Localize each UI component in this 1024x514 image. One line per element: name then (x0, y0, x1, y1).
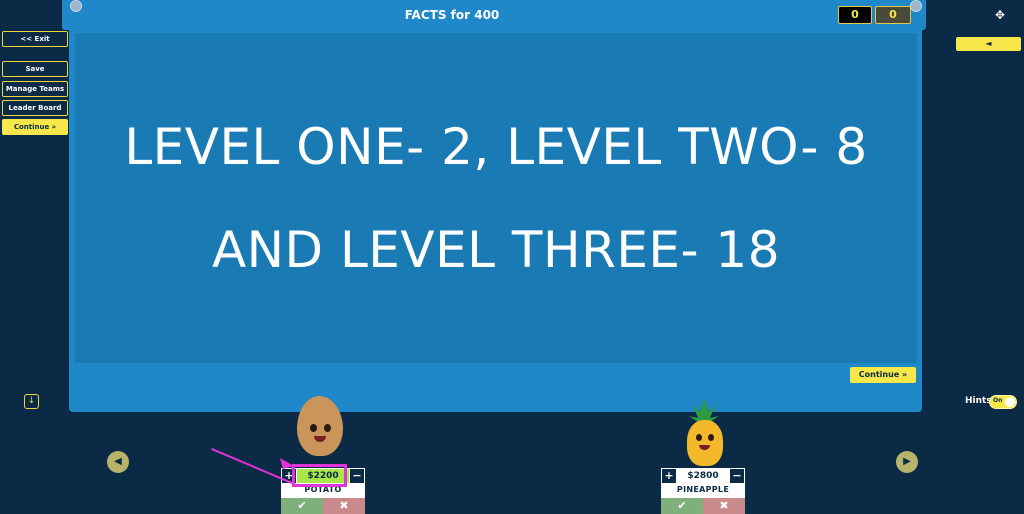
team-name: PINEAPPLE (676, 485, 730, 494)
potato-avatar (297, 396, 343, 456)
plus-button[interactable]: + (662, 469, 676, 483)
eye (696, 434, 702, 441)
exit-button[interactable]: << Exit (2, 31, 68, 47)
eye (708, 434, 714, 441)
eye (310, 424, 317, 432)
left-arrow-icon[interactable]: ◀ (107, 451, 129, 473)
mouth (314, 436, 326, 442)
hints-toggle-label: On (993, 397, 1003, 404)
mouth (699, 445, 710, 450)
page-title: FACTS for 400 (404, 8, 500, 22)
board-continue-button[interactable]: Continue » (850, 367, 916, 383)
wrong-button[interactable]: ✖ (703, 498, 745, 514)
correct-button[interactable]: ✔ (661, 498, 703, 514)
question-text-line-2: AND LEVEL THREE- 18 (211, 221, 781, 279)
team-card-pineapple: + $2800 − PINEAPPLE ✔ ✖ (661, 468, 745, 514)
hints-toggle[interactable]: On (989, 395, 1017, 409)
sidebar-continue-button[interactable]: Continue » (2, 119, 68, 135)
right-arrow-icon[interactable]: ▶ (896, 451, 918, 473)
eye (324, 424, 331, 432)
annotation-highlight (292, 464, 347, 487)
team-amount[interactable]: $2800 (677, 469, 729, 483)
pin-icon (910, 0, 922, 12)
minus-button[interactable]: − (730, 469, 744, 483)
score-left: 0 (838, 6, 872, 24)
leader-board-button[interactable]: Leader Board (2, 100, 68, 116)
save-button[interactable]: Save (2, 61, 68, 77)
toggle-knob (1005, 397, 1015, 407)
minus-button[interactable]: − (350, 469, 364, 483)
score-right: 0 (875, 6, 911, 24)
fullscreen-icon[interactable]: ✥ (995, 8, 1005, 22)
question-text-line-1: LEVEL ONE- 2, LEVEL TWO- 8 (124, 118, 868, 176)
wrong-button[interactable]: ✖ (323, 498, 365, 514)
team-score-row: + $2800 − (661, 468, 745, 484)
correct-button[interactable]: ✔ (281, 498, 323, 514)
hints-label: Hints (965, 396, 992, 406)
question-panel (75, 33, 917, 363)
manage-teams-button[interactable]: Manage Teams (2, 81, 68, 97)
pineapple-avatar (687, 420, 723, 466)
down-arrow-icon[interactable]: ↓ (24, 394, 39, 409)
back-button[interactable]: ◄ (956, 37, 1021, 51)
